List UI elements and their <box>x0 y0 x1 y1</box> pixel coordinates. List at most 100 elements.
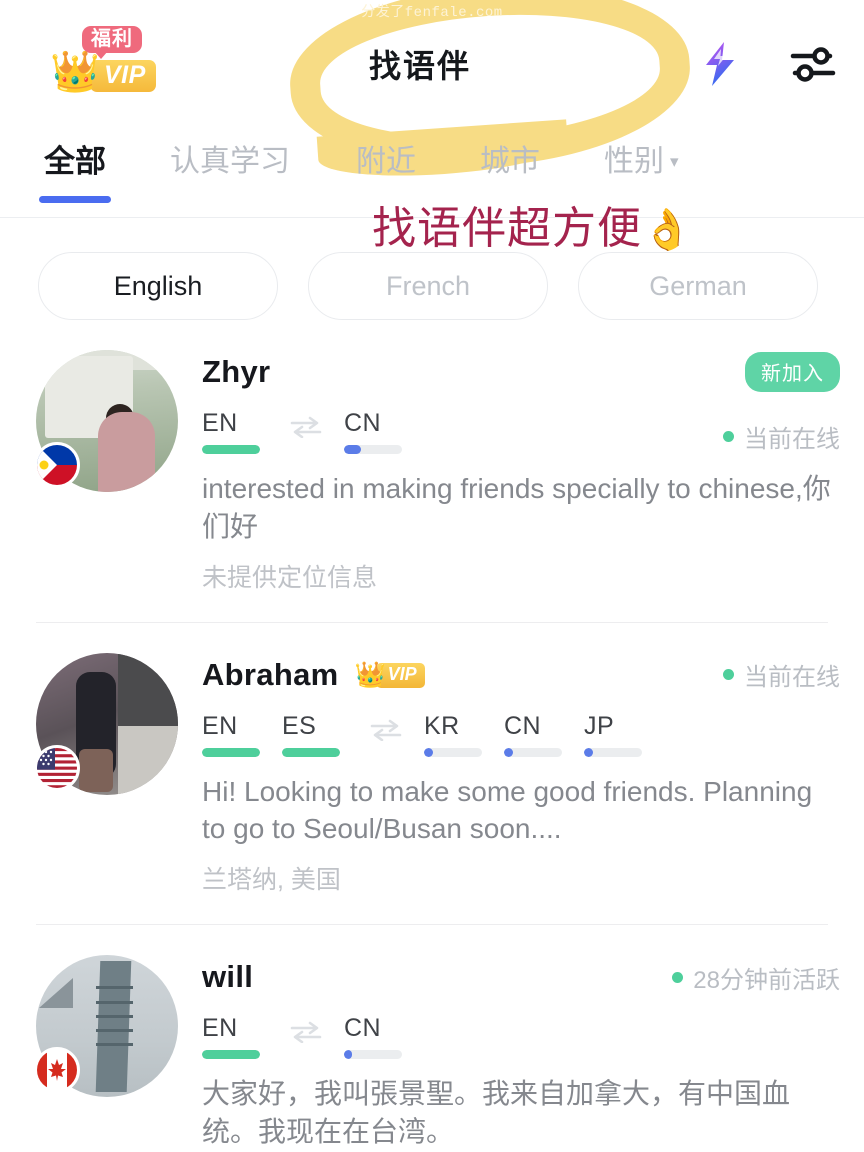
chevron-down-icon: ▾ <box>670 152 679 171</box>
philippines-flag-icon <box>34 442 80 488</box>
language-filter-chips: English French German <box>0 216 864 320</box>
list-item[interactable]: Zhyr 新加入 EN CN 当前在线 interested in making… <box>0 350 864 594</box>
user-bio: Hi! Looking to make some good friends. P… <box>202 775 813 845</box>
chip-german-label: German <box>649 270 747 301</box>
exchange-arrows-icon <box>370 719 402 741</box>
lightning-bolt-icon[interactable] <box>700 41 740 87</box>
canada-flag-icon <box>34 1047 80 1094</box>
user-name-row: Abraham 👑 VIP 当前在线 <box>202 653 840 697</box>
status-badge: 新加入 <box>745 352 840 392</box>
filter-sliders-glyph <box>790 47 836 82</box>
language-level-bar <box>424 747 482 757</box>
online-dot-icon <box>723 431 734 442</box>
learning-language: CN <box>344 411 402 454</box>
tab-nearby-label: 附近 <box>356 145 416 178</box>
native-language: ES <box>282 711 340 757</box>
language-level-bar <box>282 747 340 757</box>
language-levels: EN ES KR CN JP <box>202 711 840 757</box>
user-name: Zhyr <box>202 354 271 389</box>
tab-nearby[interactable]: 附近 <box>356 128 416 180</box>
top-bar: 福利 👑 VIP 找语伴 <box>0 0 864 128</box>
avatar[interactable] <box>34 350 178 492</box>
tab-all-label: 全部 <box>44 144 106 179</box>
user-name: Abraham <box>202 656 339 692</box>
user-bio: 大家好，我叫張景聖。我来自加拿大，有中国血统。我现在在台湾。 <box>202 1078 791 1147</box>
learning-language-code: CN <box>344 409 382 437</box>
app-root: 分发了fenfale.com 福利 👑 VIP 找语伴 全部 认真学习 附近 城… <box>0 0 864 1152</box>
online-status: 28分钟前活跃 <box>672 960 840 995</box>
lightning-bolt-glyph <box>706 42 734 86</box>
tab-serious-study[interactable]: 认真学习 <box>170 128 290 180</box>
online-status: 当前在线 <box>723 657 840 692</box>
native-language-code: EN <box>202 409 238 437</box>
tab-gender[interactable]: 性别 ▾ <box>604 128 679 180</box>
native-language-code: EN <box>202 1014 238 1043</box>
learning-language-code: CN <box>344 1014 382 1043</box>
native-language-code: ES <box>282 711 317 740</box>
exchange-arrows-icon <box>290 1021 322 1044</box>
vip-label: VIP <box>90 60 156 93</box>
vip-promo-badge[interactable]: 福利 👑 VIP <box>38 26 156 102</box>
learning-language: CN <box>504 711 562 757</box>
user-info: will 28分钟前活跃 EN CN 大家好，我叫張景聖。我来自加拿大，有中国血… <box>178 955 840 1152</box>
chip-german[interactable]: German <box>578 252 818 320</box>
learning-language: JP <box>584 711 642 757</box>
vip-badge: 👑 VIP <box>354 661 425 690</box>
tab-active-indicator <box>39 196 111 203</box>
chip-english[interactable]: English <box>38 252 278 320</box>
user-info: Zhyr 新加入 EN CN 当前在线 interested in making… <box>178 350 840 594</box>
avatar[interactable] <box>34 955 178 1098</box>
language-level-bar <box>202 1050 260 1060</box>
filter-sliders-icon[interactable] <box>790 44 836 84</box>
chip-english-label: English <box>113 270 203 301</box>
learning-language-code: JP <box>584 711 615 740</box>
learning-language: CN <box>344 1014 402 1060</box>
list-item[interactable]: will 28分钟前活跃 EN CN 大家好，我叫張景聖。我来自加拿大，有中国血… <box>0 955 864 1152</box>
user-name-row: will 28分钟前活跃 <box>202 955 840 999</box>
exchange-arrows-icon <box>290 416 322 438</box>
user-location: 未提供定位信息 <box>202 563 378 592</box>
language-level-bar <box>202 445 260 454</box>
user-name: will <box>202 959 254 995</box>
native-language-code: EN <box>202 711 238 740</box>
user-name-row: Zhyr 新加入 <box>202 350 840 394</box>
language-level-bar <box>584 747 642 757</box>
tab-serious-study-label: 认真学习 <box>170 145 290 178</box>
online-dot-icon <box>672 971 684 983</box>
online-status-label: 当前在线 <box>744 426 840 453</box>
language-level-bar <box>202 747 260 757</box>
list-item[interactable]: Abraham 👑 VIP 当前在线 EN ES KR CN JP Hi! Lo… <box>0 652 864 897</box>
chip-french[interactable]: French <box>308 252 548 320</box>
tab-city[interactable]: 城市 <box>480 128 540 180</box>
avatar[interactable] <box>34 652 178 795</box>
user-location: 兰塔纳, 美国 <box>202 866 341 895</box>
tab-all[interactable]: 全部 <box>39 128 111 203</box>
online-status-label: 当前在线 <box>744 664 840 692</box>
chip-french-label: French <box>385 270 471 301</box>
language-level-bar <box>344 1050 402 1060</box>
tab-bar: 全部 认真学习 附近 城市 性别 ▾ <box>0 128 864 216</box>
native-language: EN <box>202 711 260 757</box>
language-level-bar <box>344 445 402 454</box>
learning-language: KR <box>424 711 482 757</box>
user-list: Zhyr 新加入 EN CN 当前在线 interested in making… <box>0 320 864 1152</box>
vip-fuli-tag: 福利 <box>82 26 142 59</box>
user-bio: interested in making friends specially t… <box>202 473 831 542</box>
user-info: Abraham 👑 VIP 当前在线 EN ES KR CN JP Hi! Lo… <box>178 653 840 897</box>
language-level-bar <box>504 747 562 757</box>
tab-city-label: 城市 <box>480 145 540 178</box>
top-bar-actions <box>700 41 836 87</box>
page-title: 找语伴 <box>368 48 471 84</box>
online-status: 当前在线 <box>723 419 840 454</box>
language-levels: EN CN 当前在线 <box>202 408 840 454</box>
language-levels: EN CN <box>202 1013 840 1060</box>
native-language: EN <box>202 411 260 454</box>
crown-icon: 👑 <box>354 661 386 690</box>
learning-language-code: CN <box>504 711 542 740</box>
tab-gender-label: 性别 <box>604 145 664 178</box>
learning-language-code: KR <box>424 711 460 740</box>
native-language: EN <box>202 1014 260 1060</box>
online-status-label: 28分钟前活跃 <box>693 966 840 994</box>
usa-flag-icon <box>34 744 80 791</box>
online-dot-icon <box>723 669 734 681</box>
